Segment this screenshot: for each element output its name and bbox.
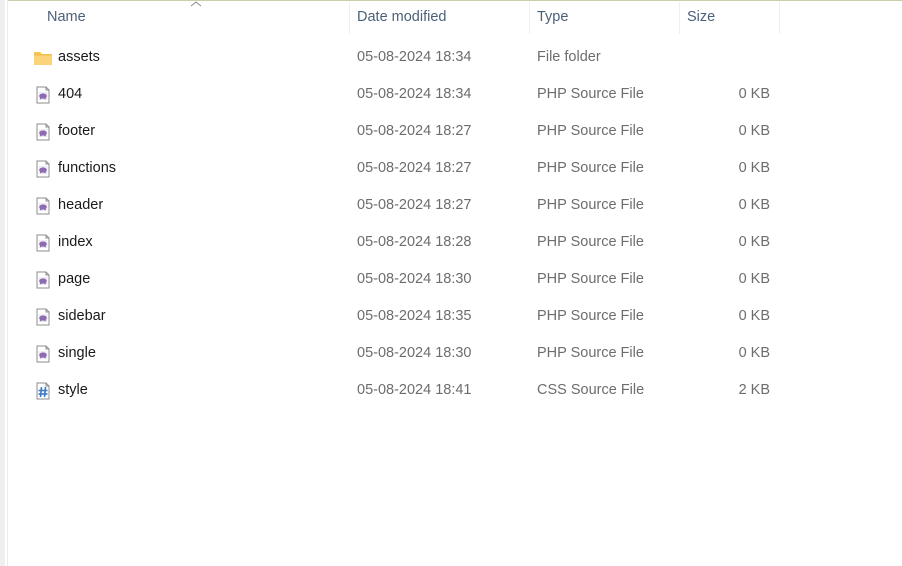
php-file-icon (33, 308, 53, 326)
file-type: PHP Source File (537, 160, 644, 176)
file-type: CSS Source File (537, 382, 645, 398)
file-row[interactable]: sidebar 05-08-2024 18:35 PHP Source File 0 … (8, 298, 778, 335)
file-row[interactable]: 404 05-08-2024 18:34 PHP Source File 0 KB (8, 76, 778, 113)
file-row[interactable]: index 05-08-2024 18:28 PHP Source File 0 KB (8, 224, 778, 261)
file-row[interactable]: page 05-08-2024 18:30 PHP Source File 0 KB (8, 261, 778, 298)
file-date-modified: 05-08-2024 18:30 (357, 345, 472, 361)
column-resize-handle[interactable] (529, 2, 530, 34)
file-date-modified: 05-08-2024 18:30 (357, 271, 472, 287)
file-row[interactable]: functions 05-08-2024 18:27 PHP Source File… (8, 150, 778, 187)
file-size: 0 KB (738, 345, 770, 361)
column-header-type[interactable]: Type (537, 1, 680, 34)
file-size: 0 KB (738, 308, 770, 324)
file-name: single (58, 345, 96, 361)
file-name: footer (58, 123, 96, 139)
file-type: PHP Source File (537, 234, 644, 250)
php-file-icon (33, 123, 53, 141)
file-size: 0 KB (738, 123, 770, 139)
file-row[interactable]: style 05-08-2024 18:41 CSS Source File 2 KB (8, 372, 778, 409)
file-row[interactable]: assets 05-08-2024 18:34 File folder (8, 39, 778, 76)
file-name: functions (58, 160, 117, 176)
file-type: PHP Source File (537, 345, 644, 361)
file-date-modified: 05-08-2024 18:28 (357, 234, 472, 250)
file-name: header (58, 197, 104, 213)
file-type: File folder (537, 49, 601, 65)
file-row[interactable]: footer 05-08-2024 18:27 PHP Source File 0 K… (8, 113, 778, 150)
php-file-icon (33, 86, 53, 104)
php-file-icon (33, 345, 53, 363)
file-name: sidebar (58, 308, 106, 324)
file-type: PHP Source File (537, 271, 644, 287)
file-size (680, 39, 770, 76)
file-name: index (58, 234, 93, 250)
file-size: 0 KB (738, 86, 770, 102)
file-type: PHP Source File (537, 86, 644, 102)
file-type: PHP Source File (537, 308, 644, 324)
file-row[interactable]: single 05-08-2024 18:30 PHP Source File 0 K… (8, 335, 778, 372)
file-row[interactable]: header 05-08-2024 18:27 PHP Source File 0 K… (8, 187, 778, 224)
column-resize-handle[interactable] (679, 2, 680, 34)
column-resize-handle[interactable] (349, 2, 350, 34)
column-resize-handle[interactable] (779, 2, 780, 34)
file-name: page (58, 271, 91, 287)
file-date-modified: 05-08-2024 18:27 (357, 123, 472, 139)
file-date-modified: 05-08-2024 18:34 (357, 49, 472, 65)
css-file-icon (33, 382, 53, 400)
php-file-icon (33, 271, 53, 289)
column-header-date-modified[interactable]: Date modified (357, 1, 529, 34)
file-name: 404 (58, 86, 83, 102)
column-header-row: Name Date modified Type Size (8, 1, 902, 34)
php-file-icon (33, 234, 53, 252)
folder-icon (33, 49, 53, 67)
file-name: assets (58, 49, 100, 65)
navigation-pane-edge (0, 0, 5, 566)
file-size: 0 KB (738, 234, 770, 250)
file-date-modified: 05-08-2024 18:27 (357, 197, 472, 213)
file-size: 0 KB (738, 197, 770, 213)
file-type: PHP Source File (537, 197, 644, 213)
php-file-icon (33, 160, 53, 178)
file-explorer-details-view: Name Date modified Type Size assets 05-08… (0, 0, 902, 566)
column-header-name[interactable]: Name (47, 1, 349, 34)
file-size: 0 KB (738, 160, 770, 176)
file-type: PHP Source File (537, 123, 644, 139)
file-size: 2 KB (738, 382, 770, 398)
file-date-modified: 05-08-2024 18:41 (357, 382, 472, 398)
column-header-size[interactable]: Size (687, 1, 779, 34)
file-size: 0 KB (738, 271, 770, 287)
file-date-modified: 05-08-2024 18:34 (357, 86, 472, 102)
file-date-modified: 05-08-2024 18:35 (357, 308, 472, 324)
php-file-icon (33, 197, 53, 215)
file-date-modified: 05-08-2024 18:27 (357, 160, 472, 176)
file-name: style (58, 382, 88, 398)
